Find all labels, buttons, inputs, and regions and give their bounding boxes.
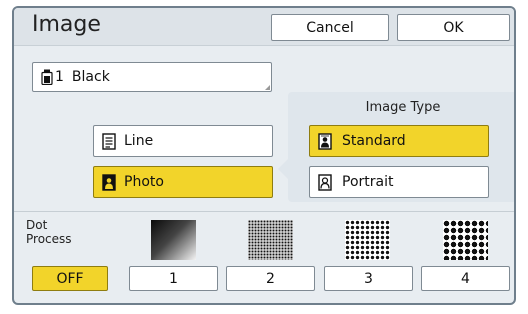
line-mode-button[interactable]: Line <box>93 125 273 157</box>
ok-button[interactable]: OK <box>397 14 510 41</box>
dot-process-3-button[interactable]: 3 <box>324 266 413 291</box>
dot-process-off-button[interactable]: OFF <box>32 266 108 291</box>
dot-pattern-preview-2 <box>248 220 293 260</box>
ink-selector[interactable]: 1 Black <box>32 62 272 92</box>
portrait-type-label: Portrait <box>342 174 394 190</box>
image-dialog: Image Cancel OK 1 Black Image Type Line <box>12 6 516 305</box>
dot-process-label-line1: Dot <box>26 218 48 232</box>
ink-corner-mark <box>265 85 270 90</box>
cancel-button[interactable]: Cancel <box>271 14 389 41</box>
standard-type-button[interactable]: Standard <box>309 125 489 157</box>
dot-pattern-preview-3 <box>345 220 390 260</box>
photo-person-icon <box>102 174 116 191</box>
line-mode-label: Line <box>124 133 154 149</box>
portrait-icon <box>318 174 332 191</box>
standard-photo-icon <box>318 133 332 150</box>
dot-pattern-preview-1 <box>151 220 196 260</box>
ink-color-label: Black <box>71 69 110 85</box>
image-type-heading: Image Type <box>365 100 441 115</box>
section-divider <box>14 211 514 212</box>
dot-process-label: Dot Process <box>26 218 72 246</box>
dot-process-1-button[interactable]: 1 <box>129 266 218 291</box>
dialog-header: Image Cancel OK <box>14 8 514 46</box>
dot-process-4-button[interactable]: 4 <box>421 266 510 291</box>
portrait-type-button[interactable]: Portrait <box>309 166 489 198</box>
dot-process-label-line2: Process <box>26 232 72 246</box>
dot-process-2-button[interactable]: 2 <box>226 266 315 291</box>
text-lines-icon <box>102 133 116 150</box>
dialog-title: Image <box>32 12 101 37</box>
dot-pattern-preview-4 <box>443 220 488 260</box>
ink-bottle-icon <box>41 69 53 85</box>
photo-mode-button[interactable]: Photo <box>93 166 273 198</box>
ink-number: 1 <box>55 69 64 85</box>
photo-mode-label: Photo <box>124 174 164 190</box>
standard-type-label: Standard <box>342 133 406 149</box>
